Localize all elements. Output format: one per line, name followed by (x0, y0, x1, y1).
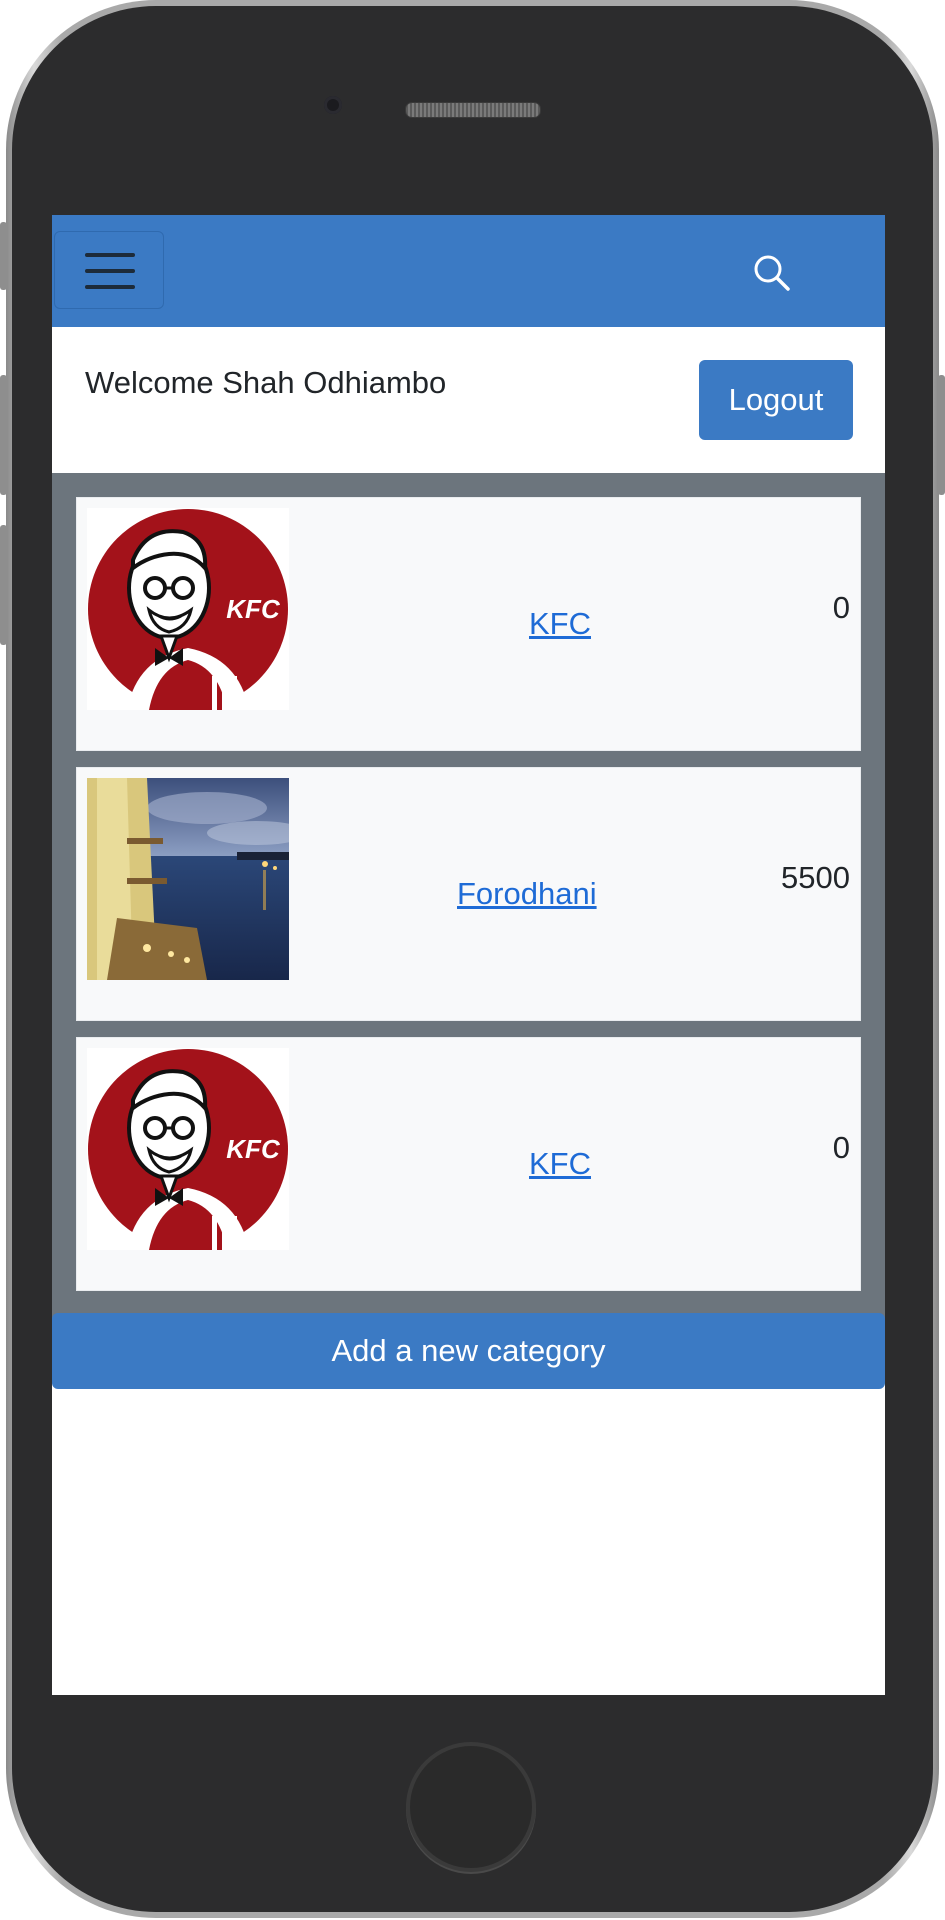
category-card: Forodhani 5500 (76, 767, 861, 1021)
category-count: 0 (832, 590, 850, 625)
welcome-text: Welcome Shah Odhiambo (85, 365, 447, 400)
waterfront-photo-image (87, 778, 289, 980)
category-count: 0 (832, 1130, 850, 1165)
navbar (52, 215, 885, 327)
phone-side-button (0, 222, 7, 290)
app-screen: Welcome Shah Odhiambo Logout KFC KFC 0 F… (52, 215, 885, 1695)
earpiece-speaker (405, 102, 541, 118)
phone-power-button (938, 375, 945, 495)
welcome-bar: Welcome Shah Odhiambo Logout (52, 327, 885, 473)
home-button[interactable] (406, 1742, 536, 1872)
category-link[interactable]: KFC (529, 1146, 591, 1182)
logout-button[interactable]: Logout (699, 360, 853, 440)
hamburger-menu-icon[interactable] (54, 231, 164, 309)
search-icon[interactable] (752, 253, 792, 293)
add-category-button[interactable]: Add a new category (52, 1313, 885, 1389)
category-card: KFC KFC 0 (76, 497, 861, 751)
category-card: KFC KFC 0 (76, 1037, 861, 1291)
kfc-logo-image: KFC (87, 1048, 289, 1250)
category-link[interactable]: KFC (529, 606, 591, 642)
category-link[interactable]: Forodhani (457, 876, 597, 912)
category-list: KFC KFC 0 Forodhani 5500 KFC KFC 0 (52, 473, 885, 1329)
phone-volume-up-button (0, 375, 7, 495)
category-count: 5500 (781, 860, 850, 895)
front-camera (324, 96, 342, 114)
svg-text:KFC: KFC (226, 1134, 281, 1164)
svg-text:KFC: KFC (226, 594, 281, 624)
kfc-logo-image: KFC (87, 508, 289, 710)
phone-volume-down-button (0, 525, 7, 645)
